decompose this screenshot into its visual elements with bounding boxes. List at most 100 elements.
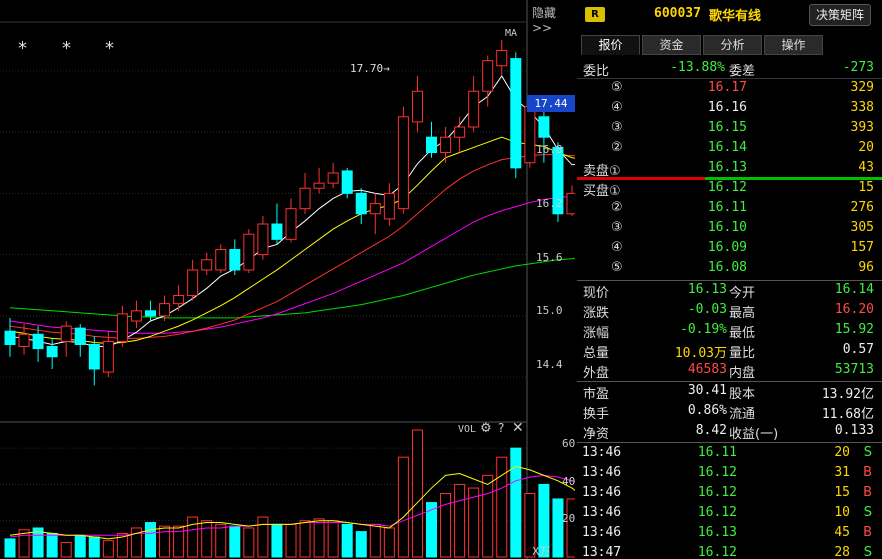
ask-price: 16.15 [707, 120, 747, 135]
candle-body[interactable] [299, 187, 311, 210]
tab-analysis[interactable]: 分析 [703, 35, 762, 55]
stat-label: 最高 [729, 306, 756, 321]
candle-body[interactable] [60, 325, 72, 342]
candle-body[interactable] [496, 49, 508, 67]
vol-tick-label: 60 [562, 437, 576, 450]
ask-level: ⑤ [611, 80, 623, 95]
candle-body[interactable] [46, 346, 58, 358]
candle-body[interactable] [383, 192, 395, 220]
candle-body[interactable] [271, 223, 283, 240]
candle-body[interactable] [102, 340, 114, 373]
ask-row: 卖盘① 16.13 43 [577, 158, 882, 179]
tab-quote[interactable]: 报价 [581, 35, 640, 55]
stat-label: 内盘 [729, 366, 756, 381]
candle-body[interactable] [313, 182, 325, 189]
bid-volume: 305 [850, 220, 874, 235]
candle-body[interactable] [4, 330, 16, 345]
fundamental-row: 净资 8.42 收益(一) 0.133 [577, 421, 882, 442]
candle-body[interactable] [355, 192, 367, 215]
candle-body[interactable] [524, 106, 536, 164]
stat-label: 总量 [583, 346, 610, 361]
bid-price: 16.08 [707, 260, 747, 275]
stat-value: 10.03万 [674, 346, 727, 361]
tick-price: 16.12 [697, 485, 737, 500]
candle-body[interactable] [243, 233, 255, 271]
volume-bar [327, 520, 339, 558]
tick-side: B [863, 525, 872, 540]
gear-icon[interactable]: ⚙ [480, 421, 492, 436]
volume-indicator-label[interactable]: VOL [458, 424, 476, 435]
candle-body[interactable] [173, 294, 185, 305]
stat-label: 现价 [583, 286, 610, 301]
candle-body[interactable] [426, 136, 437, 154]
candle-body[interactable] [130, 310, 142, 322]
volume-bar [454, 483, 466, 558]
candle-body[interactable] [201, 259, 213, 271]
fund-label: 换手 [583, 407, 610, 422]
trade-tick-row: 13:46 16.12 10 S [577, 503, 882, 523]
volume-bar [566, 498, 575, 558]
y-tick-label: 16.8 [536, 143, 563, 156]
candle-body[interactable] [538, 116, 550, 138]
volume-bar [145, 522, 156, 558]
candle-body[interactable] [159, 303, 171, 317]
bid-row: 买盘① 16.12 15 [577, 178, 882, 199]
tick-time: 13:46 [582, 485, 622, 500]
tick-volume: 31 [834, 465, 850, 480]
bid-row: ② 16.11 276 [577, 198, 882, 218]
candle-body[interactable] [187, 269, 199, 296]
stock-code: 600037 [654, 6, 701, 21]
tick-time: 13:47 [582, 545, 622, 559]
candle-body[interactable] [145, 310, 156, 317]
volume-bar [60, 541, 72, 558]
candle-body[interactable] [454, 126, 466, 138]
stat-value: 16.14 [834, 282, 874, 297]
candle-body[interactable] [215, 249, 227, 271]
bid-level: 买盘① [583, 184, 621, 199]
stat-label: 涨跌 [583, 306, 610, 321]
candle-body[interactable] [510, 58, 522, 169]
fund-value: 11.68亿 [821, 407, 874, 422]
stat-value: -0.03 [687, 302, 727, 317]
candle-body[interactable] [18, 333, 30, 348]
fund-label: 市盈 [583, 387, 610, 402]
candle-body[interactable] [566, 192, 575, 215]
candle-body[interactable] [482, 60, 494, 92]
ask-price: 16.17 [707, 80, 747, 95]
candle-body[interactable] [74, 327, 86, 345]
candle-body[interactable] [411, 90, 423, 123]
order-ratio-label: 委比 [583, 64, 610, 79]
order-ratio-value: -13.88% [670, 60, 725, 75]
y-tick-label: 16.2 [536, 197, 563, 210]
candle-body[interactable] [88, 343, 100, 370]
current-price-marker: 17.44 [527, 95, 575, 112]
volume-bar [187, 516, 199, 558]
volume-bar [496, 456, 508, 558]
kline-chart-area[interactable]: 隐藏>> MA * * * 17.70→ 17.44 16.8 16.2 15.… [0, 0, 575, 559]
candle-body[interactable] [327, 172, 339, 184]
tab-operation[interactable]: 操作 [764, 35, 823, 55]
candle-body[interactable] [397, 116, 409, 210]
candle-body[interactable] [257, 223, 269, 256]
tick-side: S [863, 505, 872, 520]
candle-body[interactable] [285, 208, 297, 240]
volume-bar [215, 523, 227, 558]
decision-matrix-button[interactable]: 决策矩阵 [809, 4, 871, 26]
tick-price: 16.12 [697, 505, 737, 520]
tick-volume: 28 [834, 545, 850, 559]
ask-row: ② 16.14 20 [577, 138, 882, 158]
candle-body[interactable] [229, 249, 241, 271]
bid-row: ⑤ 16.08 96 [577, 258, 882, 278]
tick-side: B [863, 465, 872, 480]
hide-panel-button[interactable]: 隐藏>> [532, 4, 575, 35]
candle-body[interactable] [369, 203, 381, 215]
candle-body[interactable] [341, 170, 353, 194]
tab-funds[interactable]: 资金 [642, 35, 701, 55]
help-icon[interactable]: ? [498, 421, 504, 435]
kline-chart-svg[interactable] [0, 0, 575, 559]
close-icon[interactable]: ✕ [512, 420, 524, 436]
candle-body[interactable] [116, 313, 128, 342]
candle-body[interactable] [468, 90, 480, 128]
candle-body[interactable] [440, 136, 452, 154]
candle-body[interactable] [32, 333, 44, 350]
